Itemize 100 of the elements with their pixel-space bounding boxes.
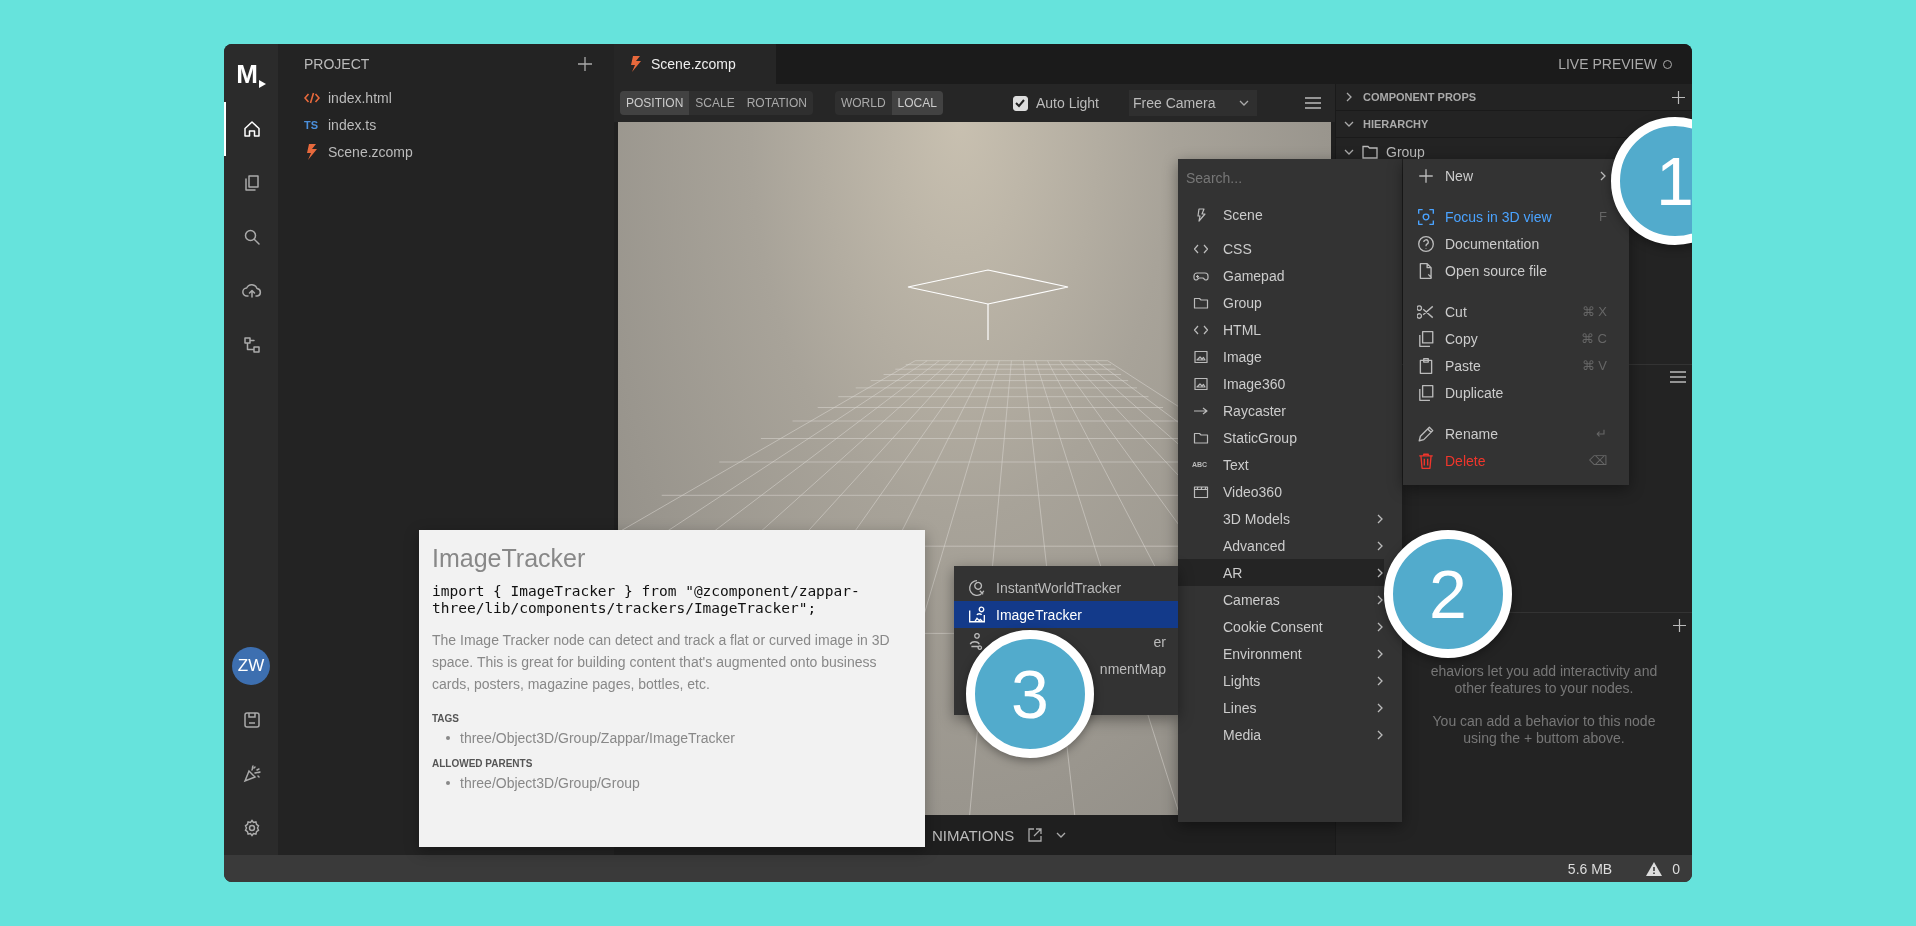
live-preview-label[interactable]: LIVE PREVIEW [1558,56,1657,72]
menu-item[interactable]: Documentation [1403,230,1607,257]
editor-tab[interactable]: Scene.zcomp [614,44,776,84]
chevron-icon[interactable] [1344,147,1354,157]
help-icon [1417,234,1435,253]
menu-item[interactable]: ImageTracker [954,601,1178,628]
list-item: three/Object3D/Group/Zappar/ImageTracker [460,730,735,746]
menu-item[interactable]: HTML [1178,316,1384,343]
menu-item[interactable]: Duplicate [1403,379,1607,406]
menu-item[interactable]: Cameras [1178,586,1384,613]
trash-icon [1417,451,1435,470]
empty-state-text: using the + buttom above. [1463,730,1625,747]
avatar[interactable]: ZW [232,647,270,685]
file-item[interactable]: TS index.ts [304,111,592,138]
menu-item[interactable]: AR [1178,559,1384,586]
menu-item[interactable]: Cookie Consent [1178,613,1384,640]
bullet-icon [446,736,450,740]
copy-icon [1417,383,1435,402]
menu-item[interactable]: Lights [1178,667,1384,694]
menu-item[interactable]: Open source file [1403,257,1607,284]
menu-item[interactable]: CSS [1178,235,1384,262]
copy-icon [242,173,262,193]
chevron-right-icon [1376,621,1384,632]
list-item: three/Object3D/Group/Group [460,775,640,791]
checkbox-label: Auto Light [1035,95,1099,111]
chevron-right-icon [1376,513,1384,524]
menu-item[interactable]: Gamepad [1178,262,1384,289]
space-toggle-button[interactable]: WORLD [834,91,892,115]
menu-item[interactable]: nmentMap [1099,660,1166,677]
file-icon [1417,261,1435,280]
image-search-icon [968,605,986,624]
empty-state-text: You can add a behavior to this node [1432,713,1656,730]
menu-icon[interactable] [1305,97,1321,109]
menu-item[interactable]: Group [1178,289,1384,316]
menu-item[interactable]: Scene [1178,201,1384,228]
space-toggle-button[interactable]: LOCAL [891,91,943,115]
empty-state-text: other features to your nodes. [1454,680,1634,697]
menu-item[interactable]: Lines [1178,694,1384,721]
menu-item[interactable]: InstantWorldTracker [954,574,1178,601]
menu-item[interactable]: er [1153,633,1166,650]
search-icon [242,227,262,247]
chevron-down-icon[interactable] [1056,832,1067,838]
chevron-right-icon [1376,648,1384,659]
folder-icon [1362,145,1378,159]
menu-item[interactable]: Image360 [1178,370,1384,397]
description-text: The Image Tracker node can detect and track a flat or curved image in 3D space. This is great for building content that's augmented onto business cards, posters, magazine pages, bottles, etc. [432,631,891,694]
section-header[interactable]: HIERARCHY [1336,111,1435,137]
pencil-icon [1417,424,1435,443]
checkbox[interactable] [1012,95,1028,111]
bolt-icon [304,143,320,160]
focus-icon [1417,207,1435,226]
chevron-right-icon [1376,540,1384,551]
chevron-right-icon [1376,675,1384,686]
menu-item[interactable]: Media [1178,721,1384,748]
menu-icon[interactable] [1670,371,1686,383]
file-item[interactable]: Scene.zcomp [304,138,592,165]
section-header[interactable]: COMPONENT PROPS [1336,84,1483,110]
chevron-right-icon [1376,702,1384,713]
memory-usage: 5.6 MB [1567,860,1613,877]
menu-item[interactable]: Advanced [1178,532,1384,559]
menu-item[interactable]: Rename ↵ [1403,420,1607,447]
search-field[interactable]: Search... [1178,162,1402,194]
menu-item[interactable]: New [1403,162,1607,189]
image-icon [1192,375,1210,392]
transform-mode-button[interactable]: ROTATION [740,91,813,115]
settings-icon[interactable] [242,818,262,838]
plus-icon [1417,166,1435,185]
warning-count: 0 [1672,860,1680,877]
copy-icon [1417,329,1435,348]
chevron-right-icon [1376,567,1384,578]
bolt-icon [630,56,642,72]
warning-icon[interactable] [1646,861,1663,876]
menu-item[interactable]: Environment [1178,640,1384,667]
empty-state-text: ehaviors let you add interactivity and [1430,663,1658,680]
add-icon[interactable] [578,57,592,71]
scissors-icon [1417,302,1435,321]
globe-search-icon [968,578,986,597]
file-item[interactable]: index.html [304,84,592,111]
save-icon[interactable] [242,710,262,730]
transform-mode-button[interactable]: POSITION [620,91,690,115]
menu-item[interactable]: 3D Models [1178,505,1384,532]
menu-item[interactable]: Image [1178,343,1384,370]
menu-item[interactable]: Raycaster [1178,397,1384,424]
panel-title: PROJECT [304,56,370,72]
menu-item[interactable]: Video360 [1178,478,1384,505]
chevron-right-icon [1599,170,1607,181]
add-icon[interactable] [1672,90,1685,104]
home-icon [242,119,262,139]
camera-dropdown[interactable]: Free Camera [1129,90,1258,116]
panel-title[interactable]: NIMATIONS [932,826,1015,844]
tree-item[interactable]: Group [1386,144,1425,160]
transform-mode-button[interactable]: SCALE [689,91,741,115]
logo: M [236,44,266,102]
cloud-upload-icon [242,281,262,301]
chevron-right-icon [1376,729,1384,740]
party-popper-icon[interactable] [242,764,262,784]
code-snippet: import { ImageTracker } from "@zcomponent/zappar-three/lib/components/trackers/ImageTracker"; [432,583,861,617]
add-icon[interactable] [1673,618,1686,632]
external-link-icon[interactable] [1028,828,1043,842]
menu-item[interactable]: StaticGroup [1178,424,1384,451]
